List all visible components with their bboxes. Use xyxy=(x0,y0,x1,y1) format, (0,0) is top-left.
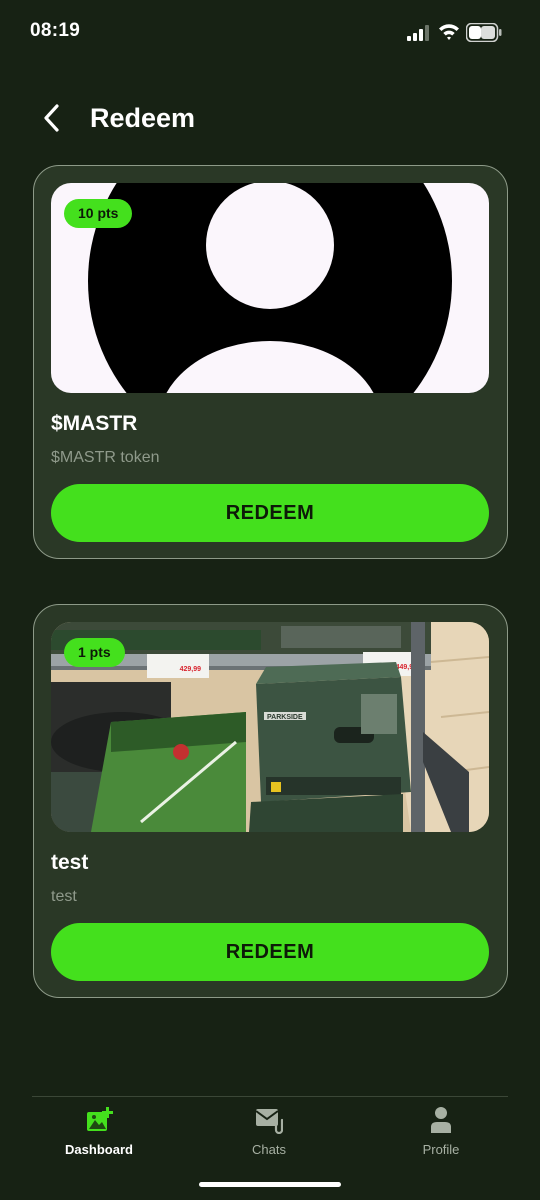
person-icon xyxy=(431,1107,451,1133)
points-badge: 1 pts xyxy=(64,638,125,667)
nav-label-chats: Chats xyxy=(252,1142,286,1157)
nav-item-dashboard[interactable]: Dashboard xyxy=(29,1106,169,1166)
brand-label: PARKSIDE xyxy=(267,714,303,721)
back-button[interactable] xyxy=(34,100,70,136)
reward-image: 429,99 449,99 PARKSIDE 1 pts xyxy=(51,622,489,832)
status-time: 08:19 xyxy=(30,20,81,41)
reward-card: 429,99 449,99 PARKSIDE 1 pts test test R… xyxy=(33,604,508,998)
reward-description: $MASTR token xyxy=(51,449,160,466)
signal-icon xyxy=(407,25,429,41)
image-plus-icon xyxy=(87,1107,113,1131)
reward-card: 10 pts $MASTR $MASTR token REDEEM xyxy=(33,165,508,559)
status-bar: 08:19 xyxy=(0,0,540,64)
mail-attachment-icon xyxy=(255,1109,283,1134)
reward-image: 10 pts xyxy=(51,183,489,393)
reward-description: test xyxy=(51,888,77,905)
home-indicator xyxy=(199,1182,341,1187)
page-title: Redeem xyxy=(90,103,196,133)
redeem-button[interactable]: REDEEM xyxy=(51,923,489,981)
nav-label-dashboard: Dashboard xyxy=(65,1142,133,1157)
nav-item-chats[interactable]: Chats xyxy=(199,1106,339,1166)
chevron-left-icon xyxy=(44,104,59,132)
redeem-button[interactable]: REDEEM xyxy=(51,484,489,542)
nav-divider xyxy=(32,1096,508,1097)
price-tag-left: 429,99 xyxy=(180,666,202,673)
nav-label-profile: Profile xyxy=(422,1142,460,1157)
reward-title: $MASTR xyxy=(51,412,138,435)
wifi-icon xyxy=(439,24,459,40)
nav-item-profile[interactable]: Profile xyxy=(371,1106,511,1166)
points-badge: 10 pts xyxy=(64,199,133,228)
battery-icon xyxy=(466,23,502,42)
reward-title: test xyxy=(51,851,89,874)
